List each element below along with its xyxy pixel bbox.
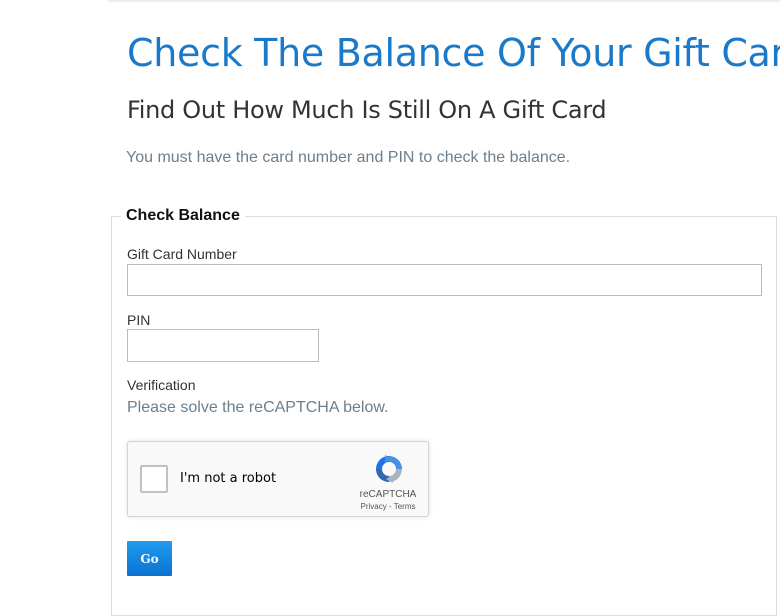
recaptcha-brand-label: reCAPTCHA bbox=[359, 489, 417, 500]
verification-label: Verification bbox=[127, 377, 196, 393]
go-button[interactable]: Go bbox=[127, 541, 172, 576]
gift-card-number-label: Gift Card Number bbox=[127, 246, 237, 262]
verification-hint: Please solve the reCAPTCHA below. bbox=[127, 399, 389, 416]
recaptcha-links: Privacy - Terms bbox=[348, 502, 428, 512]
page-subtitle: Find Out How Much Is Still On A Gift Car… bbox=[127, 96, 607, 124]
pin-input[interactable] bbox=[127, 329, 319, 362]
recaptcha-link-separator: - bbox=[388, 502, 392, 511]
check-balance-legend: Check Balance bbox=[121, 206, 245, 226]
page-title: Check The Balance Of Your Gift Card bbox=[127, 31, 780, 75]
intro-text: You must have the card number and PIN to… bbox=[126, 149, 571, 166]
top-divider bbox=[108, 0, 780, 2]
recaptcha-logo-icon bbox=[376, 455, 402, 483]
recaptcha-widget: I'm not a robot reCAPTCHA Privacy - Term… bbox=[127, 441, 429, 517]
recaptcha-checkbox-label: I'm not a robot bbox=[180, 471, 277, 486]
gift-card-number-input[interactable] bbox=[127, 264, 762, 296]
pin-label: PIN bbox=[127, 312, 151, 328]
recaptcha-checkbox[interactable] bbox=[140, 465, 168, 493]
recaptcha-terms-link[interactable]: Terms bbox=[394, 502, 416, 511]
recaptcha-privacy-link[interactable]: Privacy bbox=[361, 502, 387, 511]
